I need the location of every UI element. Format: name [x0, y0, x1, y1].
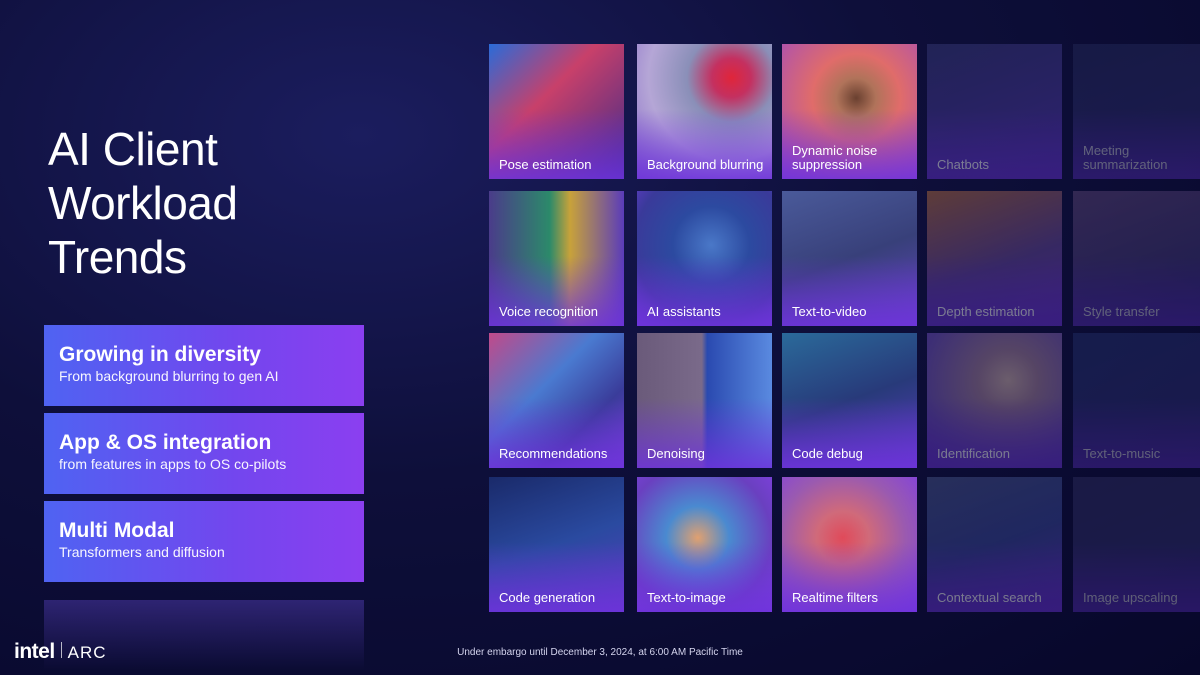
- tile-code-generation: Code generation: [489, 477, 624, 612]
- slide-title-line-1: AI Client: [48, 123, 218, 175]
- tile-image-upscaling: Image upscaling: [1073, 477, 1200, 612]
- tile-label: Pose estimation: [499, 157, 592, 172]
- slide-title-line-2: Workload: [48, 177, 238, 229]
- tile-label: Depth estimation: [937, 304, 1035, 319]
- slide-title-line-3: Trends: [48, 231, 187, 283]
- tile-identification: Identification: [927, 333, 1062, 468]
- tile-label: Meeting summarization: [1083, 143, 1168, 172]
- tile-label: AI assistants: [647, 304, 721, 319]
- tile-text-to-video: Text-to-video: [782, 191, 917, 326]
- tile-depth-estimation: Depth estimation: [927, 191, 1062, 326]
- tile-text-to-image: Text-to-image: [637, 477, 772, 612]
- pill-title: Growing in diversity: [59, 343, 261, 366]
- tile-label: Code debug: [792, 446, 863, 461]
- tile-label: Text-to-video: [792, 304, 867, 319]
- tile-style-transfer: Style transfer: [1073, 191, 1200, 326]
- tile-label: Text-to-image: [647, 590, 726, 605]
- workload-tile-grid: Pose estimation Background blurring Dyna…: [489, 44, 1200, 612]
- tile-label: Dynamic noise suppression: [792, 143, 878, 172]
- tile-label: Image upscaling: [1083, 590, 1178, 605]
- tile-label: Background blurring: [647, 157, 764, 172]
- tile-label: Recommendations: [499, 446, 608, 461]
- pill-subtitle: From background blurring to gen AI: [59, 368, 279, 384]
- tile-label: Denoising: [647, 446, 705, 461]
- tile-recommendations: Recommendations: [489, 333, 624, 468]
- tile-dynamic-noise-suppression: Dynamic noise suppression: [782, 44, 917, 179]
- pill-title: App & OS integration: [59, 431, 272, 454]
- tile-code-debug: Code debug: [782, 333, 917, 468]
- tile-label: Code generation: [499, 590, 596, 605]
- embargo-notice: Under embargo until December 3, 2024, at…: [457, 647, 743, 658]
- tile-voice-recognition: Voice recognition: [489, 191, 624, 326]
- tile-background-blurring: Background blurring: [637, 44, 772, 179]
- tile-denoising: Denoising: [637, 333, 772, 468]
- tile-text-to-music: Text-to-music: [1073, 333, 1200, 468]
- tile-label: Voice recognition: [499, 304, 599, 319]
- tile-ai-assistants: AI assistants: [637, 191, 772, 326]
- pill-subtitle: Transformers and diffusion: [59, 544, 225, 560]
- tile-meeting-summarization: Meeting summarization: [1073, 44, 1200, 179]
- tile-label: Contextual search: [937, 590, 1042, 605]
- pill-growing-in-diversity: Growing in diversity From background blu…: [44, 325, 364, 406]
- pill-app-os-integration: App & OS integration from features in ap…: [44, 413, 364, 494]
- tile-realtime-filters: Realtime filters: [782, 477, 917, 612]
- pill-subtitle: from features in apps to OS co-pilots: [59, 456, 287, 472]
- tile-label: Text-to-music: [1083, 446, 1161, 461]
- tile-pose-estimation: Pose estimation: [489, 44, 624, 179]
- tile-label: Identification: [937, 446, 1010, 461]
- slide-title: AI Client Workload Trends: [48, 122, 408, 284]
- tile-chatbots: Chatbots: [927, 44, 1062, 179]
- tile-label: Realtime filters: [792, 590, 878, 605]
- pill-title: Multi Modal: [59, 519, 175, 542]
- tile-label: Style transfer: [1083, 304, 1160, 319]
- tile-contextual-search: Contextual search: [927, 477, 1062, 612]
- pill-multi-modal: Multi Modal Transformers and diffusion: [44, 501, 364, 582]
- tile-label: Chatbots: [937, 157, 990, 172]
